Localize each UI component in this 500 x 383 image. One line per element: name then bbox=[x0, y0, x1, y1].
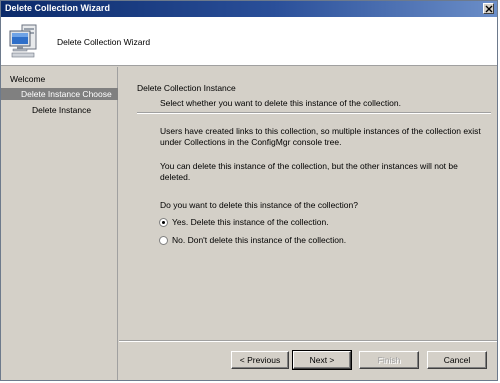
nav-item-welcome[interactable]: Welcome bbox=[10, 73, 110, 85]
radio-no-control[interactable] bbox=[159, 236, 168, 245]
question-text: Do you want to delete this instance of t… bbox=[160, 200, 358, 210]
previous-button[interactable]: < Previous bbox=[231, 351, 289, 369]
window-title: Delete Collection Wizard bbox=[5, 3, 110, 13]
info-message: Users have created links to this collect… bbox=[160, 126, 481, 147]
title-bar: Delete Collection Wizard bbox=[1, 1, 497, 17]
radio-no-label[interactable]: No. Don't delete this instance of the co… bbox=[172, 235, 346, 245]
section-subtitle: Select whether you want to delete this i… bbox=[160, 98, 401, 108]
computer-icon bbox=[9, 24, 37, 58]
wizard-nav: Welcome Delete Instance Choose Delete In… bbox=[1, 67, 118, 380]
wizard-window: Delete Collection Wizard Delete Collecti… bbox=[0, 0, 498, 381]
divider bbox=[137, 112, 491, 114]
header-title: Delete Collection Wizard bbox=[57, 37, 151, 47]
next-button[interactable]: Next > bbox=[292, 350, 352, 370]
radio-selected-dot bbox=[162, 221, 165, 224]
wizard-content: Delete Collection Instance Select whethe… bbox=[119, 67, 497, 340]
radio-yes-label[interactable]: Yes. Delete this instance of the collect… bbox=[172, 217, 329, 227]
warning-message: You can delete this instance of the coll… bbox=[160, 161, 458, 182]
nav-item-delete-instance-choose[interactable]: Delete Instance Choose bbox=[1, 88, 118, 100]
section-title: Delete Collection Instance bbox=[137, 83, 236, 93]
radio-yes-control[interactable] bbox=[159, 218, 168, 227]
nav-item-delete-instance[interactable]: Delete Instance bbox=[32, 104, 112, 116]
wizard-header: Delete Collection Wizard bbox=[1, 17, 497, 66]
footer-divider bbox=[119, 340, 497, 342]
cancel-button[interactable]: Cancel bbox=[427, 351, 487, 369]
close-icon bbox=[485, 5, 493, 13]
finish-button[interactable]: Finish bbox=[359, 351, 419, 369]
close-button[interactable] bbox=[483, 3, 494, 14]
